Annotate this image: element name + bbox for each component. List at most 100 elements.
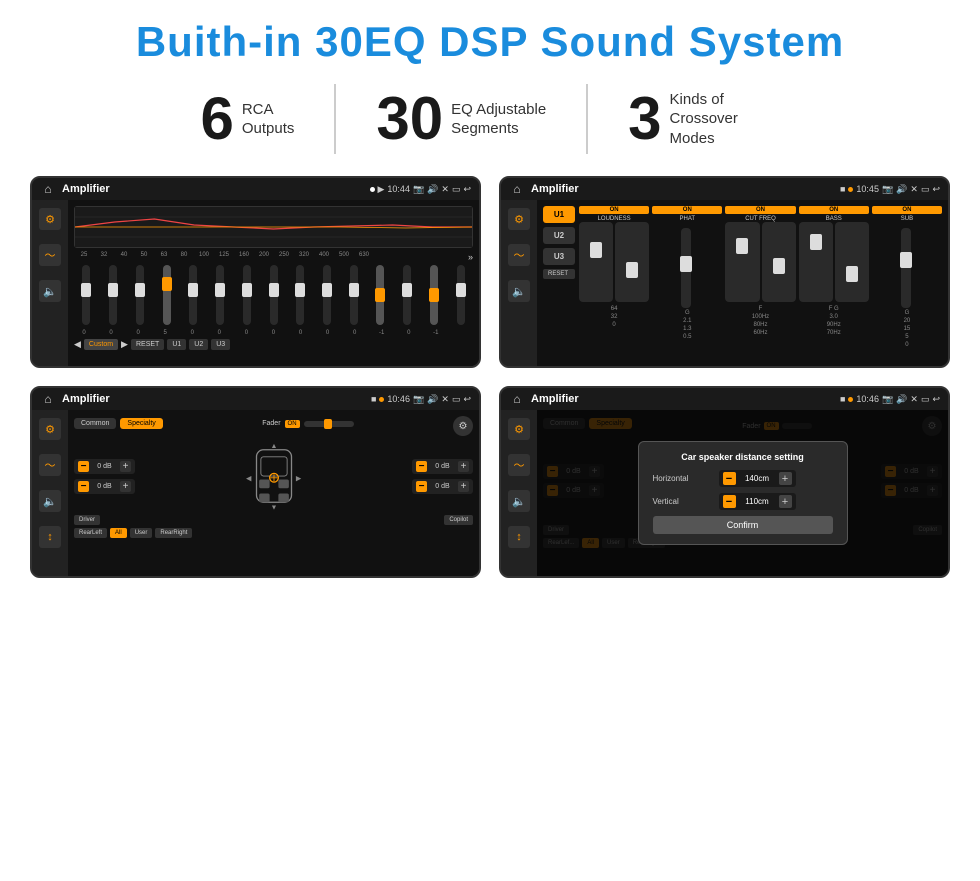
slider-7[interactable] <box>234 265 259 327</box>
fader-slider[interactable] <box>304 421 354 427</box>
dialog-overlay: Car speaker distance setting Horizontal … <box>537 410 948 576</box>
slider-12[interactable] <box>368 265 393 327</box>
db1-val: 0 dB <box>92 463 117 470</box>
all-btn[interactable]: All <box>110 528 127 538</box>
eq-custom-btn[interactable]: Custom <box>84 339 118 350</box>
rearright-btn[interactable]: RearRight <box>155 528 192 538</box>
next-arrow[interactable]: ▶ <box>121 339 128 350</box>
slider-9[interactable] <box>288 265 313 327</box>
slider-2[interactable] <box>101 265 126 327</box>
slider-6[interactable] <box>208 265 233 327</box>
vertical-minus[interactable]: − <box>723 495 736 508</box>
bass-on[interactable]: ON <box>799 206 869 214</box>
db4-minus[interactable]: − <box>416 481 427 492</box>
eq-icon-1[interactable]: ⚙ <box>39 208 61 230</box>
status-square-2: ■ <box>840 184 845 194</box>
channel-phat: ON PHAT G2.11.30.5 <box>652 206 722 360</box>
db4-plus[interactable]: + <box>458 481 469 492</box>
confirm-button[interactable]: Confirm <box>653 516 833 534</box>
driver-btn[interactable]: Driver <box>74 515 100 525</box>
db1-plus[interactable]: + <box>120 461 131 472</box>
stat-rca: 6 RCAOutputs <box>160 89 334 149</box>
eq-u2-btn[interactable]: U2 <box>189 339 208 350</box>
cs-fader-row: Fader ON <box>262 420 353 428</box>
copilot-btn[interactable]: Copilot <box>444 515 473 525</box>
status-dot-2 <box>848 187 853 192</box>
slider-13[interactable] <box>395 265 420 327</box>
wave-icon-3[interactable]: 〜 <box>39 454 61 476</box>
device-specialty: ⌂ Amplifier ■ 10:46 📷 🔊 ✕ ▭ ↩ ⚙ 〜 🔈 <box>30 386 481 578</box>
fader-thumb <box>324 419 332 429</box>
horizontal-minus[interactable]: − <box>723 472 736 485</box>
stat-eq: 30 EQ AdjustableSegments <box>336 89 586 149</box>
freq-40: 40 <box>114 252 134 262</box>
speaker-icon-2[interactable]: 🔈 <box>508 280 530 302</box>
slider-1[interactable] <box>74 265 99 327</box>
horizontal-plus[interactable]: + <box>779 472 792 485</box>
db2-plus[interactable]: + <box>120 481 131 492</box>
wave-icon-1[interactable]: 〜 <box>39 244 61 266</box>
arrows-icon-4[interactable]: ↕ <box>508 526 530 548</box>
db3-minus[interactable]: − <box>416 461 427 472</box>
slider-5[interactable] <box>181 265 206 327</box>
db3-plus[interactable]: + <box>458 461 469 472</box>
freq-80: 80 <box>174 252 194 262</box>
specialty-tab[interactable]: Specialty <box>120 418 162 429</box>
slider-15[interactable] <box>448 265 473 327</box>
db4-val: 0 dB <box>430 483 455 490</box>
app-title-1: Amplifier <box>62 183 364 195</box>
db-control-1: − 0 dB + <box>74 459 135 474</box>
prev-arrow[interactable]: ◀ <box>74 339 81 350</box>
rearleft-btn[interactable]: RearLeft <box>74 528 107 538</box>
speaker-icon-4[interactable]: 🔈 <box>508 490 530 512</box>
db-control-4: − 0 dB + <box>412 479 473 494</box>
slider-8[interactable] <box>261 265 286 327</box>
eq-icon-2[interactable]: ⚙ <box>508 208 530 230</box>
speaker-icon-3[interactable]: 🔈 <box>39 490 61 512</box>
eq-reset-btn[interactable]: RESET <box>131 339 164 350</box>
settings-icon[interactable]: ⚙ <box>453 416 473 436</box>
slider-11[interactable] <box>341 265 366 327</box>
loudness-on[interactable]: ON <box>579 206 649 214</box>
cutfreq-on[interactable]: ON <box>725 206 795 214</box>
eq-u3-btn[interactable]: U3 <box>211 339 230 350</box>
x-icon-3: ✕ <box>441 394 449 405</box>
more-icon[interactable]: » <box>468 252 473 262</box>
slider-4[interactable] <box>154 265 179 327</box>
common-tab[interactable]: Common <box>74 418 116 429</box>
time-4: 10:46 <box>856 394 879 404</box>
eq-u1-btn[interactable]: U1 <box>167 339 186 350</box>
dev-sidebar-3: ⚙ 〜 🔈 ↕ <box>32 410 68 576</box>
cs-bottom-btns: Driver Copilot <box>74 515 473 525</box>
slider-3[interactable] <box>127 265 152 327</box>
u1-select-btn[interactable]: U1 <box>543 206 575 223</box>
u3-select-btn[interactable]: U3 <box>543 248 575 265</box>
slider-14[interactable] <box>422 265 447 327</box>
slider-10[interactable] <box>315 265 340 327</box>
u2-select-btn[interactable]: U2 <box>543 227 575 244</box>
freq-400: 400 <box>314 252 334 262</box>
phat-name: PHAT <box>680 216 696 222</box>
speaker-icon-1[interactable]: 🔈 <box>39 280 61 302</box>
vertical-plus[interactable]: + <box>779 495 792 508</box>
fader-on[interactable]: ON <box>285 420 300 428</box>
arrows-icon-3[interactable]: ↕ <box>39 526 61 548</box>
x-icon-4: ✕ <box>910 394 918 405</box>
stats-row: 6 RCAOutputs 30 EQ AdjustableSegments 3 … <box>30 84 950 154</box>
wave-icon-2[interactable]: 〜 <box>508 244 530 266</box>
u-reset-btn[interactable]: RESET <box>543 269 575 279</box>
db2-minus[interactable]: − <box>78 481 89 492</box>
channel-cutfreq: ON CUT FREQ F100Hz80Hz60Hz <box>725 206 795 360</box>
car-area: − 0 dB + − 0 dB + <box>74 441 473 511</box>
user-btn[interactable]: User <box>130 528 153 538</box>
db1-minus[interactable]: − <box>78 461 89 472</box>
phat-on[interactable]: ON <box>652 206 722 214</box>
camera-icon: 📷 <box>413 184 424 195</box>
cam-icon-3: 📷 <box>413 394 424 405</box>
eq-icon-3[interactable]: ⚙ <box>39 418 61 440</box>
eq-icon-4[interactable]: ⚙ <box>508 418 530 440</box>
channel-bass: ON BASS F G3.090Hz70Hz <box>799 206 869 360</box>
sub-on[interactable]: ON <box>872 206 942 214</box>
svg-text:▼: ▼ <box>270 504 277 511</box>
wave-icon-4[interactable]: 〜 <box>508 454 530 476</box>
